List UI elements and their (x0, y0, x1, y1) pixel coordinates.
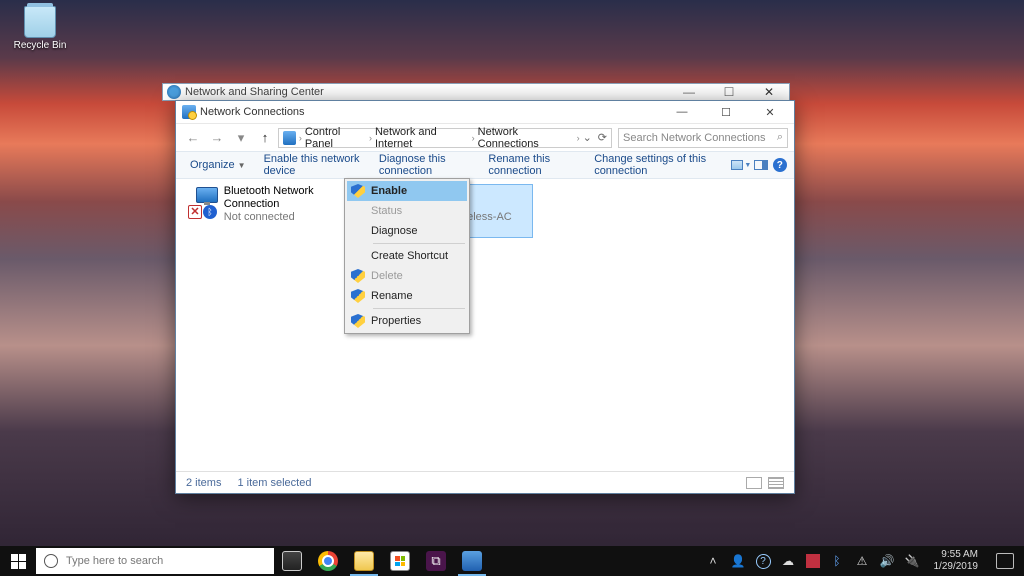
windows-logo-icon (11, 554, 26, 569)
recycle-bin-label: Recycle Bin (10, 40, 70, 51)
ctx-status: Status (347, 201, 467, 221)
recent-dropdown[interactable]: ▾ (230, 127, 252, 149)
tray-help-icon[interactable]: ? (756, 554, 771, 569)
item-count: 2 items (186, 477, 221, 489)
address-dropdown-icon[interactable]: ⌄ (583, 131, 592, 144)
crumb-network-connections[interactable]: Network Connections (478, 126, 574, 150)
tiles-view-button[interactable] (768, 477, 784, 489)
bg-maximize-button[interactable]: ☐ (709, 85, 749, 99)
ctx-delete: Delete (347, 266, 467, 286)
minimize-button[interactable]: — (660, 101, 704, 123)
background-window-title: Network and Sharing Center (185, 86, 669, 98)
ctx-diagnose[interactable]: Diagnose (347, 221, 467, 241)
breadcrumb[interactable]: › Control Panel › Network and Internet ›… (278, 128, 612, 148)
view-options-button[interactable]: ▼ (731, 160, 751, 170)
network-connections-window: Network Connections — ☐ ✕ ← → ▾ ↑ › Cont… (175, 100, 795, 494)
tray-overflow-button[interactable]: ˄ (706, 554, 721, 569)
context-menu: Enable Status Diagnose Create Shortcut D… (344, 178, 470, 334)
tray-onedrive-icon[interactable]: ☁ (781, 554, 796, 569)
taskbar-explorer[interactable] (346, 546, 382, 576)
tray-power-icon[interactable]: 🔌 (905, 554, 920, 569)
shield-icon (351, 184, 365, 198)
tray-volume-icon[interactable]: 🔊 (880, 554, 895, 569)
taskbar: Type here to search ⧉ ˄ 👤 ? ☁ ᛒ ⚠ 🔊 🔌 9:… (0, 546, 1024, 576)
taskbar-clock[interactable]: 9:55 AM 1/29/2019 (930, 549, 983, 573)
breadcrumb-icon (283, 131, 296, 145)
crumb-control-panel[interactable]: Control Panel (305, 126, 366, 150)
status-bar: 2 items 1 item selected (176, 471, 794, 493)
shield-icon (351, 269, 365, 283)
taskbar-control-panel[interactable] (454, 546, 490, 576)
ctx-separator (373, 308, 465, 309)
taskbar-chrome[interactable] (310, 546, 346, 576)
taskbar-search[interactable]: Type here to search (36, 548, 274, 574)
forward-button[interactable]: → (206, 127, 228, 149)
window-icon (182, 105, 196, 119)
task-view-button[interactable] (274, 546, 310, 576)
adapter-status: Not connected (224, 211, 348, 224)
ctx-create-shortcut[interactable]: Create Shortcut (347, 246, 467, 266)
diagnose-connection-button[interactable]: Diagnose this connection (371, 152, 478, 178)
tray-network-icon[interactable]: ⚠ (855, 554, 870, 569)
ctx-properties[interactable]: Properties (347, 311, 467, 331)
command-bar: Organize▼ Enable this network device Dia… (176, 151, 794, 179)
tray-app-icon[interactable] (806, 554, 820, 568)
tray-bluetooth-icon[interactable]: ᛒ (830, 554, 845, 569)
search-input[interactable]: Search Network Connections ⌕ (618, 128, 788, 148)
cortana-icon (44, 554, 58, 568)
organize-menu[interactable]: Organize▼ (182, 152, 254, 178)
clock-date: 1/29/2019 (934, 561, 979, 573)
help-button[interactable]: ? (772, 158, 788, 172)
clock-time: 9:55 AM (934, 549, 979, 561)
content-area[interactable]: ✕ᛒ Bluetooth Network Connection Not conn… (176, 179, 794, 471)
titlebar[interactable]: Network Connections — ☐ ✕ (176, 101, 794, 123)
search-placeholder: Type here to search (66, 555, 163, 567)
back-button[interactable]: ← (182, 127, 204, 149)
window-title: Network Connections (200, 106, 660, 118)
tray-people-icon[interactable]: 👤 (731, 554, 746, 569)
bg-close-button[interactable]: ✕ (749, 85, 789, 99)
enable-device-button[interactable]: Enable this network device (256, 152, 369, 178)
network-sharing-icon (167, 85, 181, 99)
start-button[interactable] (0, 546, 36, 576)
change-settings-button[interactable]: Change settings of this connection (586, 152, 727, 178)
recycle-bin[interactable]: Recycle Bin (10, 6, 70, 51)
rename-connection-button[interactable]: Rename this connection (480, 152, 584, 178)
refresh-button[interactable]: ⟳ (598, 131, 607, 144)
search-placeholder: Search Network Connections (623, 132, 777, 144)
bluetooth-adapter-icon: ✕ᛒ (188, 185, 220, 219)
system-tray: ˄ 👤 ? ☁ ᛒ ⚠ 🔊 🔌 9:55 AM 1/29/2019 (700, 546, 1024, 576)
ctx-rename[interactable]: Rename (347, 286, 467, 306)
background-window-titlebar: Network and Sharing Center — ☐ ✕ (162, 83, 790, 101)
taskbar-slack[interactable]: ⧉ (418, 546, 454, 576)
details-view-button[interactable] (746, 477, 762, 489)
action-center-button[interactable] (996, 553, 1014, 569)
bg-minimize-button[interactable]: — (669, 85, 709, 99)
adapter-name: Bluetooth Network Connection (224, 185, 348, 211)
selection-count: 1 item selected (237, 477, 311, 489)
crumb-network-internet[interactable]: Network and Internet (375, 126, 469, 150)
ctx-separator (373, 243, 465, 244)
recycle-bin-icon (24, 6, 56, 38)
adapter-bluetooth[interactable]: ✕ᛒ Bluetooth Network Connection Not conn… (188, 185, 348, 224)
ctx-enable[interactable]: Enable (347, 181, 467, 201)
address-bar: ← → ▾ ↑ › Control Panel › Network and In… (176, 123, 794, 151)
close-button[interactable]: ✕ (748, 101, 792, 123)
shield-icon (351, 314, 365, 328)
taskbar-store[interactable] (382, 546, 418, 576)
preview-pane-button[interactable] (753, 160, 769, 170)
search-icon: ⌕ (777, 131, 783, 144)
shield-icon (351, 289, 365, 303)
maximize-button[interactable]: ☐ (704, 101, 748, 123)
up-button[interactable]: ↑ (254, 127, 276, 149)
